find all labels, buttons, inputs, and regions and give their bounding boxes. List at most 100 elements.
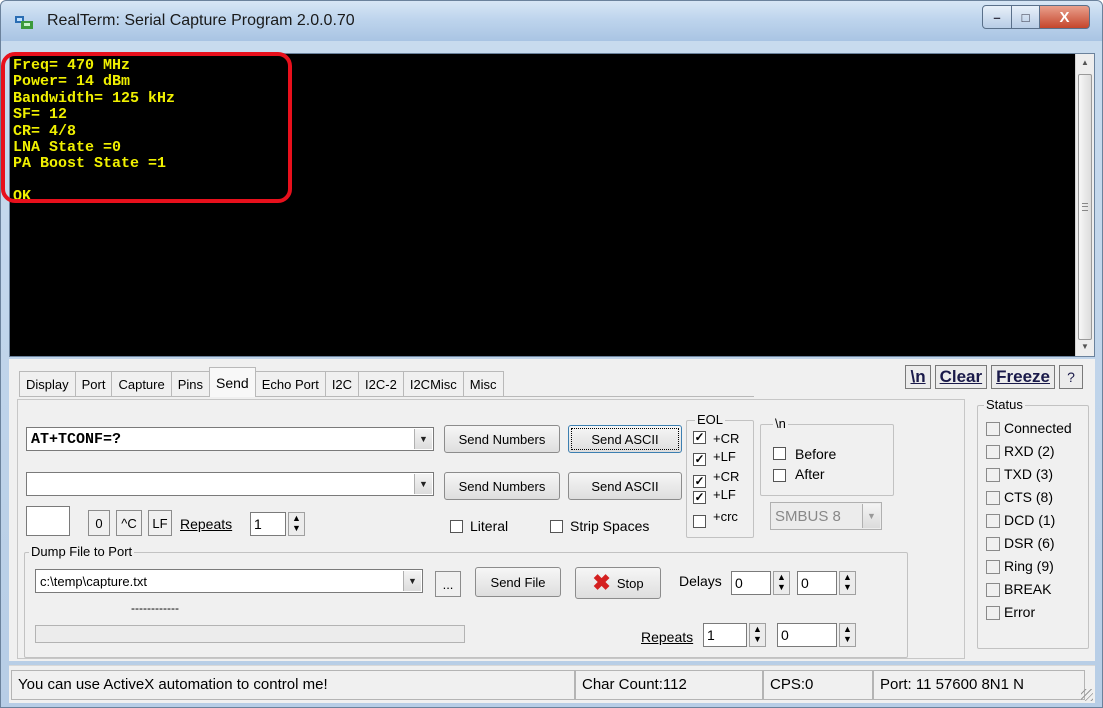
tab-i2c-2[interactable]: I2C-2: [358, 371, 404, 397]
eol-lf-checkbox[interactable]: ✓: [693, 453, 706, 466]
tab-echo-port[interactable]: Echo Port: [254, 371, 326, 397]
dump-repeats-label: Repeats: [641, 629, 694, 645]
terminal-line: CR= 4/8: [13, 122, 77, 140]
delay2-input[interactable]: 0: [797, 571, 837, 595]
help-button[interactable]: ?: [1059, 365, 1083, 389]
tab-pins[interactable]: Pins: [170, 371, 211, 397]
repeats-value: 1: [254, 516, 262, 532]
tab-i2cmisc[interactable]: I2CMisc: [402, 371, 464, 397]
eol-cr2-checkbox[interactable]: ✓: [693, 475, 706, 488]
terminal-line: OK: [13, 188, 32, 206]
send-line2-combo[interactable]: ▼: [26, 472, 434, 496]
literal-checkbox[interactable]: [450, 520, 463, 533]
send-line1-combo[interactable]: AT+TCONF=? ▼: [26, 427, 434, 451]
send-ascii-button-1[interactable]: Send ASCII: [568, 425, 682, 453]
terminal-output: Freq= 470 MHz Power= 14 dBm Bandwidth= 1…: [13, 57, 176, 206]
clear-button[interactable]: Clear: [934, 365, 988, 389]
chevron-down-icon[interactable]: ▼: [414, 474, 432, 494]
send-numbers-button-2[interactable]: Send Numbers: [444, 472, 560, 500]
lf-button[interactable]: LF: [148, 510, 172, 536]
char-count: Char Count:112: [575, 670, 763, 700]
send-line1-value: AT+TCONF=?: [31, 431, 122, 448]
before-label: Before: [795, 446, 837, 462]
scroll-thumb[interactable]: [1078, 74, 1092, 340]
status-error-label: Error: [1004, 604, 1036, 620]
resize-grip-icon[interactable]: [1081, 689, 1093, 701]
dsr-indicator: [986, 537, 1000, 551]
minimize-button[interactable]: –: [982, 5, 1012, 29]
eol-group-title: EOL: [695, 412, 726, 427]
scroll-down-arrow-icon[interactable]: ▼: [1076, 338, 1094, 356]
break-indicator[interactable]: [986, 583, 1000, 597]
dump-repeats2-input[interactable]: 0: [777, 623, 837, 647]
ctrl-c-button[interactable]: ^C: [116, 510, 142, 536]
tabs-divider: [19, 396, 754, 397]
newline-group-title: \n: [773, 416, 788, 431]
send-file-button[interactable]: Send File: [475, 567, 561, 597]
send-ascii-button-2[interactable]: Send ASCII: [568, 472, 682, 500]
dump-file-path: c:\temp\capture.txt: [40, 574, 147, 589]
literal-label: Literal: [470, 518, 509, 534]
eol-cr-label: +CR: [713, 431, 740, 446]
terminal-scrollbar[interactable]: ▲ ▼: [1075, 54, 1094, 356]
status-connected-label: Connected: [1004, 420, 1072, 436]
eol-lf-label: +LF: [713, 449, 736, 464]
stop-button[interactable]: ✖ Stop: [575, 567, 661, 599]
terminal-toolbar: \n Clear Freeze ?: [905, 365, 1083, 389]
dump-repeats1-input[interactable]: 1: [703, 623, 747, 647]
terminal-line: Bandwidth= 125 kHz: [13, 89, 176, 107]
scroll-up-arrow-icon[interactable]: ▲: [1076, 54, 1094, 72]
tab-capture[interactable]: Capture: [111, 371, 172, 397]
delay1-value: 0: [735, 575, 743, 591]
tab-send[interactable]: Send: [209, 367, 256, 397]
after-checkbox[interactable]: [773, 469, 786, 482]
close-button[interactable]: X: [1040, 5, 1090, 29]
eol-lf2-checkbox[interactable]: ✓: [693, 491, 706, 504]
status-panel: Status Connected RXD (2) TXD (3) CTS (8)…: [973, 397, 1091, 651]
repeats-input[interactable]: 1: [250, 512, 286, 536]
delay2-spinner[interactable]: ▲ ▼: [839, 571, 856, 595]
newline-group: \n Before After: [760, 416, 894, 496]
error-indicator[interactable]: [986, 606, 1000, 620]
dump-repeats2-spinner[interactable]: ▲ ▼: [839, 623, 856, 647]
strip-spaces-label: Strip Spaces: [570, 518, 650, 534]
chevron-down-icon[interactable]: ▼: [414, 429, 432, 449]
maximize-button[interactable]: □: [1012, 5, 1040, 29]
status-txd-label: TXD (3): [1004, 466, 1053, 482]
numbers-input[interactable]: [26, 506, 70, 536]
delay2-value: 0: [801, 575, 809, 591]
terminal-line: PA Boost State =1: [13, 155, 167, 173]
strip-spaces-checkbox[interactable]: [550, 520, 563, 533]
tab-display[interactable]: Display: [19, 371, 76, 397]
send-numbers-button-1[interactable]: Send Numbers: [444, 425, 560, 453]
chevron-down-icon[interactable]: ▼: [862, 504, 880, 528]
title-bar[interactable]: RealTerm: Serial Capture Program 2.0.0.7…: [1, 1, 1102, 41]
rxd-indicator: [986, 445, 1000, 459]
newline-button[interactable]: \n: [905, 365, 931, 389]
tab-misc[interactable]: Misc: [462, 371, 504, 397]
dump-file-combo[interactable]: c:\temp\capture.txt ▼: [35, 569, 423, 593]
eol-lf2-label: +LF: [713, 487, 736, 502]
before-checkbox[interactable]: [773, 447, 786, 460]
tab-port[interactable]: Port: [74, 371, 113, 397]
freeze-button[interactable]: Freeze: [991, 365, 1055, 389]
eol-cr2-label: +CR: [713, 469, 740, 484]
eol-crc-checkbox[interactable]: [693, 515, 706, 528]
delay1-spinner[interactable]: ▲ ▼: [773, 571, 790, 595]
send-tab-content: AT+TCONF=? ▼ Send Numbers Send ASCII ▼ S…: [17, 399, 965, 659]
window-title: RealTerm: Serial Capture Program 2.0.0.7…: [47, 12, 355, 29]
terminal-display[interactable]: Freq= 470 MHz Power= 14 dBm Bandwidth= 1…: [9, 53, 1095, 357]
eol-cr-checkbox[interactable]: ✓: [693, 431, 706, 444]
terminal-line: LNA State =0: [13, 138, 122, 156]
repeats-spinner[interactable]: ▲ ▼: [288, 512, 305, 536]
browse-button[interactable]: ...: [435, 571, 461, 597]
chevron-down-icon[interactable]: ▼: [403, 571, 421, 591]
status-dsr-label: DSR (6): [1004, 535, 1055, 551]
zero-button[interactable]: 0: [88, 510, 110, 536]
delay1-input[interactable]: 0: [731, 571, 771, 595]
ring-indicator: [986, 560, 1000, 574]
tab-i2c[interactable]: I2C: [324, 371, 360, 397]
smbus-combo[interactable]: SMBUS 8 ▼: [770, 502, 882, 530]
dump-repeats1-spinner[interactable]: ▲ ▼: [749, 623, 766, 647]
